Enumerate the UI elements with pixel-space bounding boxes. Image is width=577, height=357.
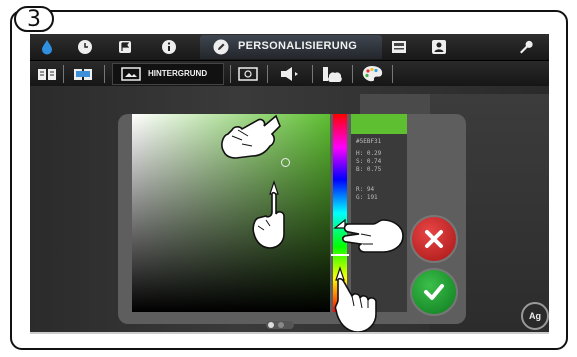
s-value: S: 0.74 (356, 158, 382, 165)
drag-gesture-hand-icon (334, 266, 377, 332)
drag-gesture-hand-icon (252, 180, 285, 249)
user-icon[interactable] (430, 38, 448, 56)
r-value: R: 94 (356, 186, 375, 193)
device-screen: PERSONALISIERUNG HINTERGRUND #5EBF31 H: … (30, 34, 549, 332)
picture-settings-icon[interactable] (237, 66, 259, 82)
tab-hintergrund-label: HINTERGRUND (148, 69, 208, 78)
h-value: H: 0.29 (356, 150, 382, 157)
b-value: B: 0.75 (356, 166, 382, 173)
step-number-badge: 3 (14, 6, 54, 32)
wrench-icon[interactable] (516, 38, 534, 56)
text-style-button[interactable]: Ag (521, 302, 549, 330)
divider (312, 65, 313, 83)
drag-gesture-hand-icon (333, 218, 404, 253)
cancel-button[interactable] (410, 215, 458, 263)
divider (230, 65, 231, 83)
sub-toolbar: HINTERGRUND (30, 60, 549, 87)
clock-icon[interactable] (76, 38, 94, 56)
divider (352, 65, 353, 83)
book-icon[interactable] (36, 65, 58, 83)
g-value: G: 191 (356, 194, 378, 201)
speaker-icon[interactable] (278, 65, 304, 83)
confirm-button[interactable] (410, 268, 458, 316)
selected-color-swatch (351, 114, 407, 134)
picture-icon (120, 66, 142, 82)
pencil-icon (212, 38, 230, 56)
background-shape (360, 94, 430, 114)
checkmark-icon (424, 284, 444, 300)
page-indicator (266, 321, 294, 329)
tab-personalisierung-label: PERSONALISIERUNG (238, 40, 358, 52)
top-toolbar: PERSONALISIERUNG (30, 34, 549, 60)
map-book-icon[interactable] (72, 65, 94, 83)
divider (267, 65, 268, 83)
weather-icon[interactable] (320, 64, 344, 84)
palette-icon[interactable] (360, 64, 384, 84)
flag-icon[interactable] (116, 38, 134, 56)
divider (392, 65, 393, 83)
hex-value: #5EBF31 (356, 138, 382, 145)
close-icon (425, 230, 443, 248)
caption-area-divider (30, 332, 549, 334)
font-color-icon: Ag (529, 311, 541, 321)
drag-gesture-hand-icon (221, 114, 281, 159)
info-icon[interactable] (160, 38, 178, 56)
divider (104, 65, 105, 83)
divider (63, 65, 64, 83)
drop-icon[interactable] (38, 38, 56, 56)
image-icon[interactable] (390, 38, 408, 56)
hue-slider-marker[interactable] (331, 254, 349, 256)
